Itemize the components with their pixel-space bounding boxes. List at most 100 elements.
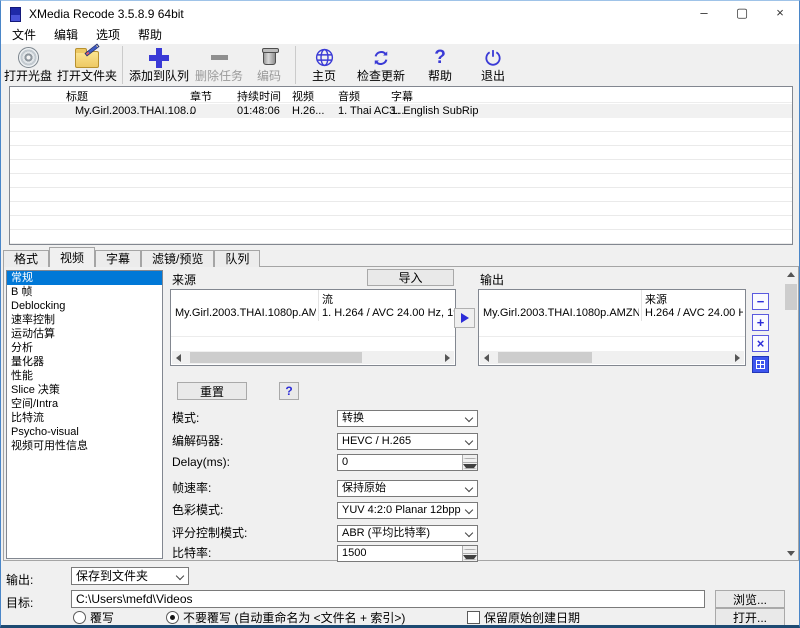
col-subtitle[interactable]: 字幕 — [391, 88, 413, 104]
tab-video[interactable]: 视频 — [49, 247, 95, 267]
spin-up-icon[interactable] — [463, 546, 477, 554]
overwrite-label[interactable]: 覆写 — [90, 611, 114, 625]
col-video[interactable]: 视频 — [292, 88, 314, 104]
menu-options[interactable]: 选项 — [87, 27, 129, 44]
spin-down-icon[interactable] — [463, 463, 477, 470]
sidebar-item-motion-est[interactable]: 运动估算 — [7, 327, 162, 341]
colormode-select[interactable]: YUV 4:2:0 Planar 12bpp — [337, 502, 478, 519]
sidebar-item-psycho-visual[interactable]: Psycho-visual — [7, 425, 162, 439]
col-title[interactable]: 标题 — [66, 88, 88, 104]
remove-stream-button[interactable]: − — [752, 293, 769, 310]
add-stream-button[interactable]: + — [752, 314, 769, 331]
spin-down-icon[interactable] — [463, 554, 477, 561]
sidebar-item-bitstream[interactable]: 比特流 — [7, 411, 162, 425]
open-folder-label: 打开文件夹 — [57, 69, 117, 83]
scroll-right-icon[interactable] — [445, 354, 450, 362]
encode-button[interactable]: 编码 — [246, 46, 292, 86]
scroll-right-icon[interactable] — [735, 354, 740, 362]
window-title: XMedia Recode 3.5.8.9 64bit — [29, 7, 184, 21]
maximize-icon[interactable]: ▢ — [723, 1, 761, 27]
output-stream-cell[interactable]: H.264 / AVC 24.00 Hz, 192 — [645, 307, 743, 319]
no-overwrite-radio[interactable] — [166, 611, 179, 624]
source-file-cell[interactable]: My.Girl.2003.THAI.1080p.AMZN.... — [175, 307, 316, 319]
open-folder-button[interactable]: 打开文件夹 — [55, 46, 119, 86]
tab-format[interactable]: 格式 — [3, 250, 49, 267]
no-overwrite-label[interactable]: 不要覆写 (自动重命名为 <文件名 + 索引>) — [183, 611, 405, 625]
output-source-col: 来源 — [645, 291, 667, 307]
source-stream-cell[interactable]: 1. H.264 / AVC 24.00 Hz, 1920 — [322, 307, 454, 319]
sidebar-item-rate-control[interactable]: 速率控制 — [7, 313, 162, 327]
help-button[interactable]: ? 帮助 — [413, 46, 467, 86]
open-button[interactable]: 打开... — [715, 608, 785, 626]
scroll-left-icon[interactable] — [176, 354, 181, 362]
add-to-queue-button[interactable]: 添加到队列 — [126, 46, 192, 86]
sidebar-item-bframes[interactable]: B 帧 — [7, 285, 162, 299]
scroll-thumb[interactable] — [498, 352, 592, 363]
framerate-select[interactable]: 保持原始 — [337, 480, 478, 497]
video-tab-panel: 常规 B 帧 Deblocking 速率控制 运动估算 分析 量化器 性能 Sl… — [3, 266, 799, 561]
file-list-gridlines — [10, 118, 792, 244]
delay-spinner[interactable]: 0 — [337, 454, 478, 471]
output-mode-select[interactable]: 保存到文件夹 — [71, 567, 189, 585]
sidebar-item-deblocking[interactable]: Deblocking — [7, 299, 162, 313]
power-icon — [483, 46, 503, 69]
menu-edit[interactable]: 编辑 — [45, 27, 87, 44]
sidebar-item-spatial-intra[interactable]: 空间/Intra — [7, 397, 162, 411]
home-button[interactable]: 主页 — [299, 46, 349, 86]
import-button[interactable]: 导入 — [367, 269, 454, 286]
play-arrow-icon — [461, 313, 469, 323]
table-row[interactable]: My.Girl.2003.THAI.108... 0 01:48:06 H.26… — [10, 104, 792, 118]
keep-date-checkbox[interactable] — [467, 611, 480, 624]
col-audio[interactable]: 音频 — [338, 88, 360, 104]
keep-date-label[interactable]: 保留原始创建日期 — [484, 611, 580, 625]
framerate-value: 保持原始 — [342, 482, 386, 494]
stream-grid-toggle[interactable] — [752, 356, 769, 373]
open-disc-button[interactable]: 打开光盘 — [1, 46, 55, 86]
ratecontrol-select[interactable]: ABR (平均比特率) — [337, 525, 478, 542]
transfer-stream-button[interactable] — [454, 308, 475, 328]
scroll-up-icon[interactable] — [787, 272, 795, 277]
exit-button[interactable]: 退出 — [467, 46, 519, 86]
close-icon[interactable]: × — [761, 1, 799, 27]
scroll-down-icon[interactable] — [787, 551, 795, 556]
output-label: 输出 — [480, 271, 504, 288]
bitrate-spinner[interactable]: 1500 — [337, 545, 478, 562]
browse-button[interactable]: 浏览... — [715, 590, 785, 608]
delete-stream-button[interactable]: × — [752, 335, 769, 352]
spin-up-icon[interactable] — [463, 455, 477, 463]
sidebar-item-analysis[interactable]: 分析 — [7, 341, 162, 355]
delete-task-button[interactable]: 删除任务 — [192, 46, 246, 86]
output-hscrollbar[interactable] — [480, 351, 744, 364]
minimize-icon[interactable]: – — [685, 1, 723, 27]
sidebar-item-general[interactable]: 常规 — [7, 271, 162, 285]
col-chapter[interactable]: 章节 — [190, 88, 212, 104]
chevron-down-icon — [465, 437, 473, 445]
sidebar-item-quantizer[interactable]: 量化器 — [7, 355, 162, 369]
sidebar-item-video-usability[interactable]: 视频可用性信息 — [7, 439, 162, 453]
mode-select[interactable]: 转换 — [337, 410, 478, 427]
scroll-thumb[interactable] — [190, 352, 362, 363]
codec-help-button[interactable]: ? — [279, 382, 299, 400]
toolbar: 打开光盘 打开文件夹 添加到队列 删除任务 编码 主页 — [1, 44, 799, 86]
output-mode-label: 输出: — [6, 571, 33, 588]
content-vscrollbar[interactable] — [784, 268, 798, 560]
menu-file[interactable]: 文件 — [3, 27, 45, 44]
codec-select[interactable]: HEVC / H.265 — [337, 433, 478, 450]
col-duration[interactable]: 持续时间 — [237, 88, 281, 104]
tab-filter-preview[interactable]: 滤镜/预览 — [141, 250, 214, 267]
reset-button[interactable]: 重置 — [177, 382, 247, 400]
add-to-queue-label: 添加到队列 — [129, 69, 189, 83]
target-path-input[interactable] — [71, 590, 705, 608]
delete-task-label: 删除任务 — [195, 69, 243, 83]
scroll-left-icon[interactable] — [484, 354, 489, 362]
menu-help[interactable]: 帮助 — [129, 27, 171, 44]
scroll-thumb[interactable] — [785, 284, 797, 310]
output-file-cell[interactable]: My.Girl.2003.THAI.1080p.AMZN.WE... — [483, 307, 639, 319]
source-hscrollbar[interactable] — [172, 351, 454, 364]
tab-subtitle[interactable]: 字幕 — [95, 250, 141, 267]
sidebar-item-performance[interactable]: 性能 — [7, 369, 162, 383]
sidebar-item-slice-decision[interactable]: Slice 决策 — [7, 383, 162, 397]
check-update-button[interactable]: 检查更新 — [349, 46, 413, 86]
tab-queue[interactable]: 队列 — [214, 250, 260, 267]
overwrite-radio[interactable] — [73, 611, 86, 624]
